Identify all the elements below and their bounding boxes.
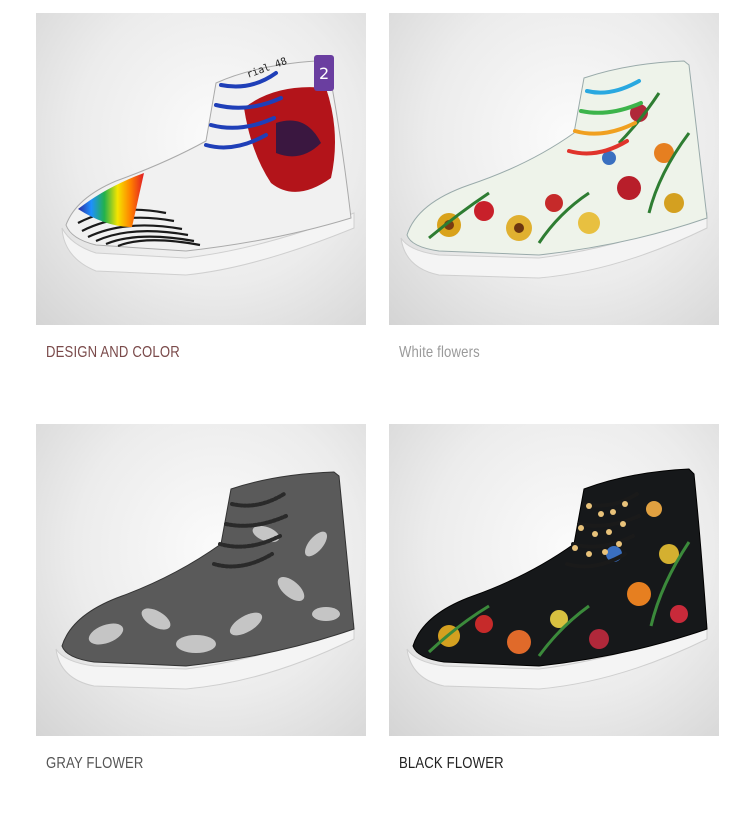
product-card-black-flower[interactable]: BLACK FLOWER xyxy=(389,424,719,772)
tongue-number: 2 xyxy=(319,64,329,83)
product-photo[interactable]: 2 rial 48 xyxy=(36,13,366,325)
sneaker-image: 2 rial 48 xyxy=(61,55,355,276)
product-photo[interactable] xyxy=(36,424,366,736)
product-card-gray-flower[interactable]: GRAY FLOWER xyxy=(36,424,366,772)
product-photo[interactable] xyxy=(389,424,719,736)
product-card-design-and-color[interactable]: 2 rial 48 DESIGN AND COLOR xyxy=(36,13,366,361)
product-card-white-flowers[interactable]: White flowers xyxy=(389,13,719,361)
sneaker-image xyxy=(55,471,355,690)
product-caption[interactable]: BLACK FLOWER xyxy=(399,755,504,773)
product-photo[interactable] xyxy=(389,13,719,325)
sneaker-image xyxy=(400,60,708,279)
sneaker-image xyxy=(406,468,708,690)
product-caption[interactable]: DESIGN AND COLOR xyxy=(46,344,180,362)
product-caption[interactable]: White flowers xyxy=(399,344,480,362)
product-caption[interactable]: GRAY FLOWER xyxy=(46,755,144,773)
